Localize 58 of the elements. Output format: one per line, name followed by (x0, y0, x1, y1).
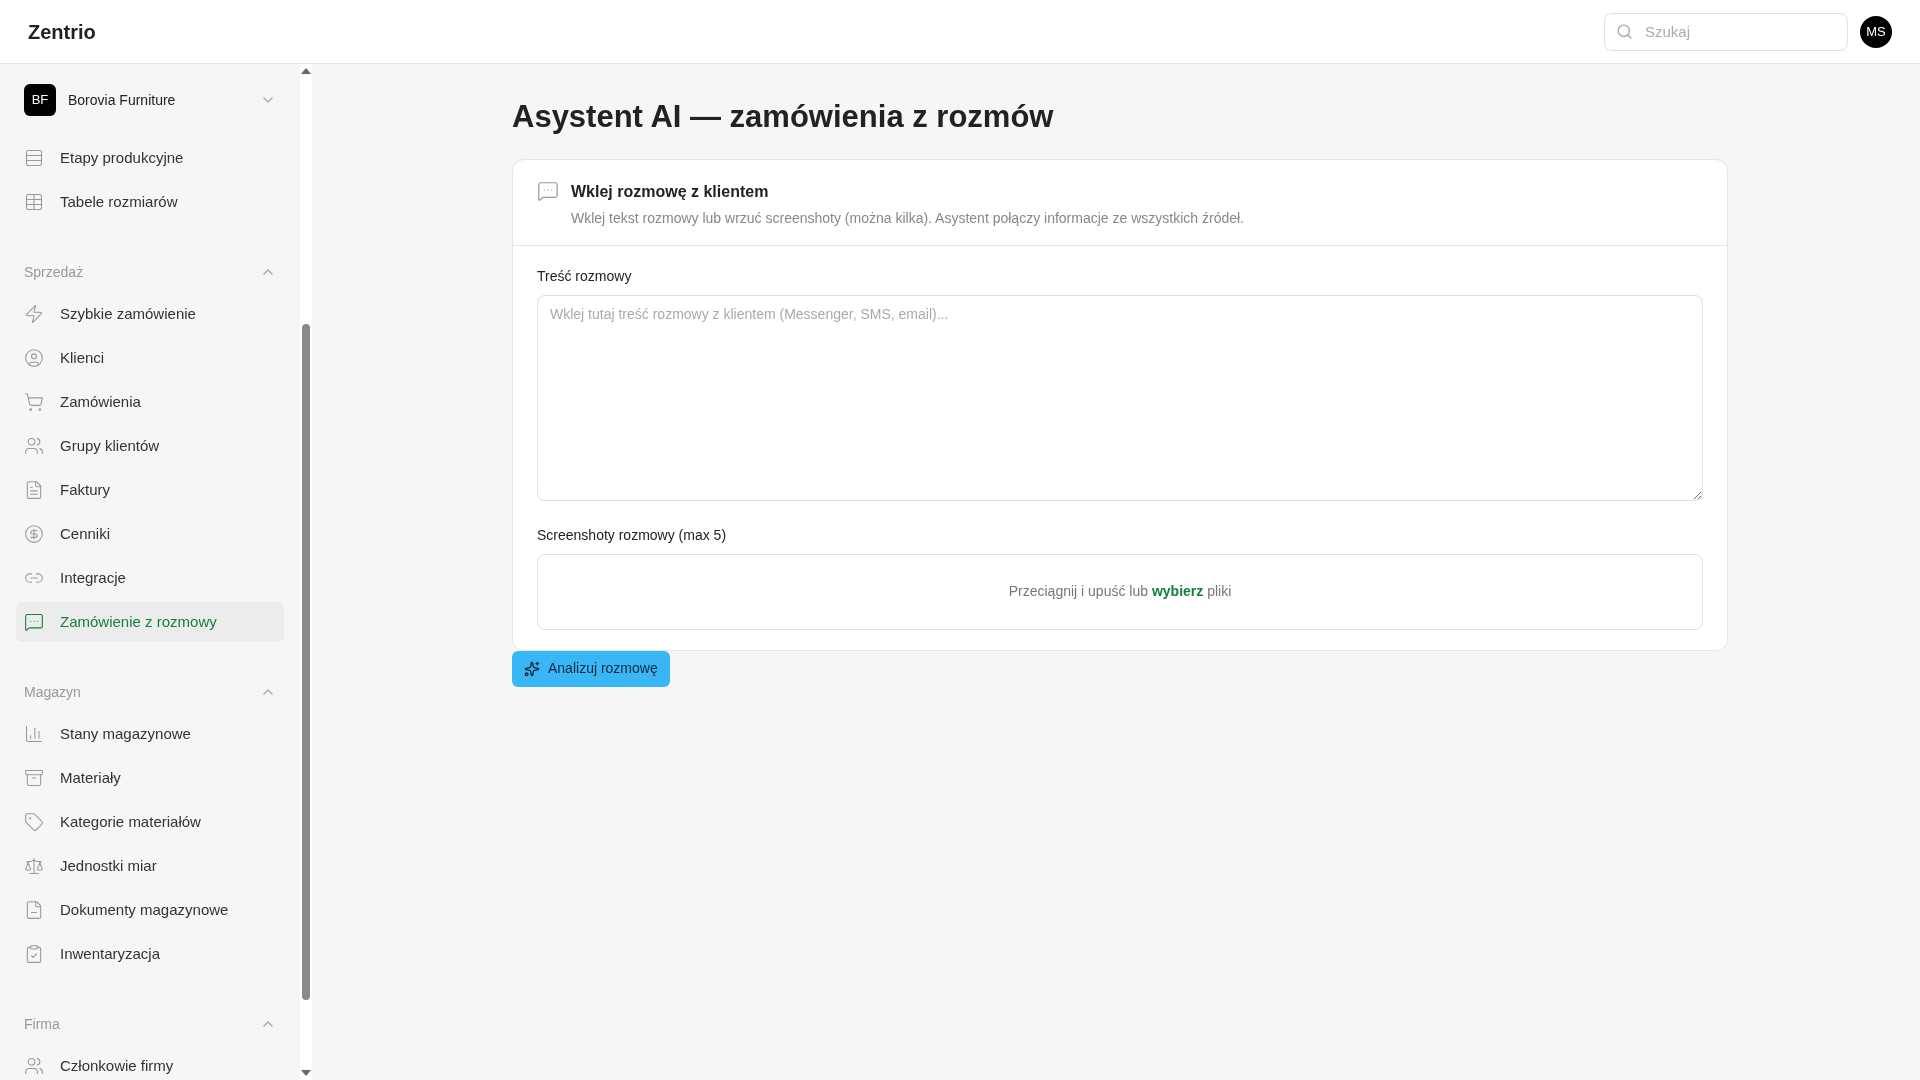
users-icon (24, 1056, 44, 1076)
section-heading: Magazyn (24, 682, 81, 702)
card-title: Wklej rozmowę z klientem (571, 181, 770, 202)
sidebar-item[interactable]: Dokumenty magazynowe (16, 890, 284, 930)
scroll-down-icon[interactable] (301, 1070, 311, 1076)
cart-icon (24, 392, 44, 412)
section-heading: Firma (24, 1014, 60, 1034)
analyze-button[interactable]: Analizuj rozmowę (512, 650, 670, 687)
sidebar-item[interactable]: Jednostki miar (16, 846, 284, 886)
sidebar-item[interactable]: Kategorie materiałów (16, 802, 284, 842)
company-avatar: BF (24, 84, 56, 116)
sidebar-item[interactable]: Stany magazynowe (16, 714, 284, 754)
user-icon (24, 348, 44, 368)
scrollbar[interactable] (300, 64, 312, 1080)
scroll-thumb[interactable] (302, 324, 310, 1000)
app-logo: Zentrio (28, 19, 96, 45)
scroll-up-icon[interactable] (301, 68, 311, 74)
list-icon (24, 148, 44, 168)
sidebar-item[interactable]: Etapy produkcyjne (16, 138, 284, 178)
section-heading: Sprzedaż (24, 262, 84, 282)
sidebar-item[interactable]: Szybkie zamówienie (16, 294, 284, 334)
archive-icon (24, 768, 44, 788)
clipboard-icon (24, 944, 44, 964)
chat-icon (537, 179, 559, 202)
dollar-icon (24, 524, 44, 544)
field-label: Screenshoty rozmowy (max 5) (537, 525, 728, 545)
sparkles-icon (524, 660, 540, 677)
page-title: Asystent AI — zamówienia z rozmów (512, 98, 1055, 136)
sidebar-item[interactable]: Tabele rozmiarów (16, 182, 284, 222)
sidebar-item[interactable]: Inwentaryzacja (16, 934, 284, 974)
sidebar-item[interactable]: Grupy klientów (16, 426, 284, 466)
table-icon (24, 192, 44, 212)
users-icon (24, 436, 44, 456)
company-name[interactable]: Borovia Furniture (68, 89, 248, 111)
sidebar-item[interactable]: Materiały (16, 758, 284, 798)
scale-icon (24, 856, 44, 876)
document-icon (24, 480, 44, 500)
tag-icon (24, 812, 44, 832)
chat-icon (24, 612, 44, 632)
sidebar-item[interactable]: Członkowie firmy (16, 1046, 284, 1080)
sidebar-item[interactable]: Klienci (16, 338, 284, 378)
sidebar-item[interactable]: Integracje (16, 558, 284, 598)
card-description: Wklej tekst rozmowy lub wrzuć screenshoty (można kilka). Asystent połączy informacje ze wszystkich źródeł. (571, 208, 1244, 228)
lightning-icon (24, 304, 44, 324)
document-icon (24, 900, 44, 920)
upload-dropzone[interactable]: Przeciągnij i upuść lub wybierz pliki (537, 553, 1703, 630)
sidebar-item[interactable]: Faktury (16, 470, 284, 510)
user-avatar[interactable]: MS (1860, 15, 1892, 48)
sidebar-item[interactable]: Zamówienia (16, 382, 284, 422)
choose-files-link[interactable]: wybierz (1151, 583, 1204, 599)
search-icon (1616, 22, 1633, 40)
upload-hint: Przeciągnij i upuść lub wybierz pliki (1008, 582, 1232, 601)
conversation-field[interactable]: Wklej tutaj treść rozmowy z klientem (Messenger, SMS, email)... (537, 294, 1703, 501)
sidebar-item[interactable]: Zamówienie z rozmowy (16, 602, 284, 642)
chart-icon (24, 724, 44, 744)
search-field[interactable]: Szukaj (1604, 12, 1848, 51)
field-label: Treść rozmowy (537, 266, 633, 286)
sidebar-item[interactable]: Cenniki (16, 514, 284, 554)
